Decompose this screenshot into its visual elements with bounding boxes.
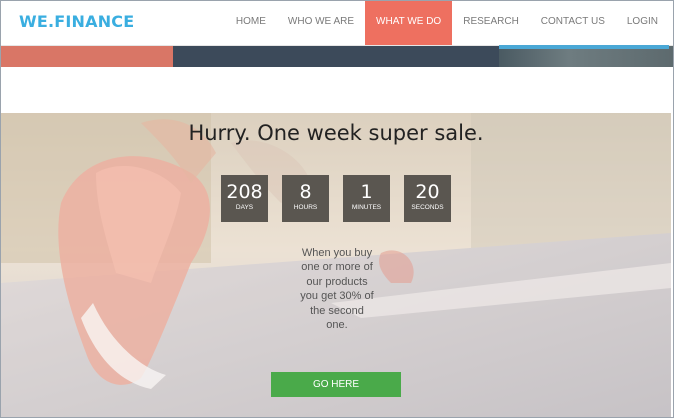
banner-segment-coral xyxy=(1,45,173,67)
countdown-days-value: 208 xyxy=(226,181,263,203)
banner-segment-slate xyxy=(173,45,499,67)
site-logo[interactable]: WE.FINANCE xyxy=(19,12,134,31)
hero-section: Hurry. One week super sale. 208 DAYS 8 H… xyxy=(1,113,671,417)
countdown-timer: 208 DAYS 8 HOURS 1 MINUTES 20 SECONDS xyxy=(221,175,451,222)
nav-item-contact-us[interactable]: CONTACT US xyxy=(530,1,616,45)
promo-text: When you buy one or more of our products… xyxy=(300,247,374,332)
countdown-seconds: 20 SECONDS xyxy=(404,175,451,222)
site-header: WE.FINANCE HOME WHO WE ARE WHAT WE DO RE… xyxy=(1,1,673,46)
countdown-seconds-label: SECONDS xyxy=(411,204,444,211)
countdown-minutes: 1 MINUTES xyxy=(343,175,390,222)
go-here-button[interactable]: GO HERE xyxy=(271,372,401,397)
nav-item-research[interactable]: RESEARCH xyxy=(452,1,530,45)
banner-accent-bar xyxy=(499,45,669,49)
countdown-days-label: DAYS xyxy=(235,204,254,211)
countdown-hours: 8 HOURS xyxy=(282,175,329,222)
main-nav: HOME WHO WE ARE WHAT WE DO RESEARCH CONT… xyxy=(225,1,669,45)
nav-item-login[interactable]: LOGIN xyxy=(616,1,669,45)
nav-item-who-we-are[interactable]: WHO WE ARE xyxy=(277,1,365,45)
countdown-hours-label: HOURS xyxy=(293,204,318,211)
sale-headline: Hurry. One week super sale. xyxy=(188,121,484,145)
nav-item-home[interactable]: HOME xyxy=(225,1,277,45)
countdown-minutes-label: MINUTES xyxy=(351,204,382,211)
countdown-days: 208 DAYS xyxy=(221,175,268,222)
countdown-hours-value: 8 xyxy=(299,181,312,203)
nav-item-what-we-do[interactable]: WHAT WE DO xyxy=(365,1,453,45)
spacer-band xyxy=(1,67,673,113)
countdown-minutes-value: 1 xyxy=(360,181,373,203)
browser-frame: WE.FINANCE HOME WHO WE ARE WHAT WE DO RE… xyxy=(0,0,674,418)
countdown-seconds-value: 20 xyxy=(415,181,440,203)
